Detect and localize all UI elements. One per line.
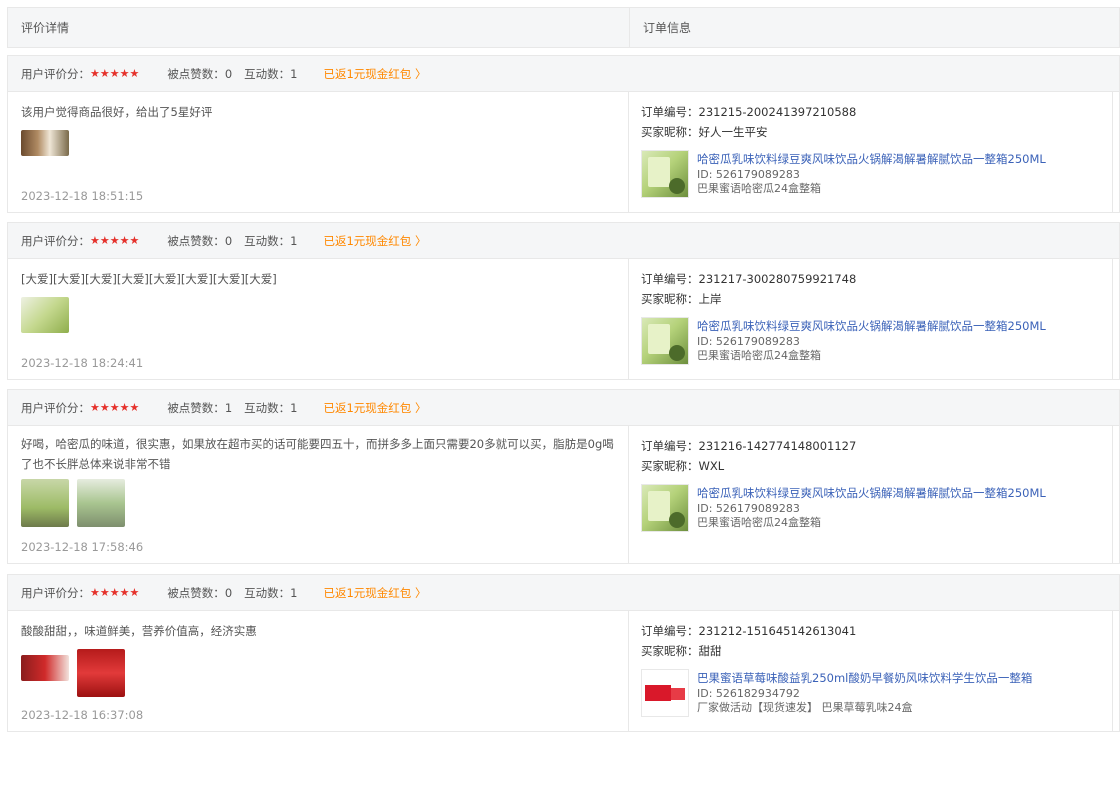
reward-link[interactable]: 已返1元现金红包 〉: [323, 66, 426, 82]
product-sku: 巴果蜜语哈密瓜24盒整箱: [697, 182, 821, 195]
interactions-count: 1: [290, 400, 298, 415]
order-number: 231212-151645142613041: [698, 624, 857, 638]
likes-label: 被点赞数：: [167, 400, 225, 415]
reward-link[interactable]: 已返1元现金红包 〉: [323, 400, 426, 416]
interactions-count: 1: [290, 66, 298, 81]
interactions-label: 互动数：: [244, 233, 291, 248]
review-timestamp: 2023-12-18 18:24:41: [21, 356, 144, 370]
table-header: 评价详情 订单信息: [7, 7, 1120, 48]
review-text: 酸酸甜甜，，味道鲜美，营养价值高，经济实惠: [21, 624, 257, 638]
product-sku: 巴果蜜语哈密瓜24盒整箱: [697, 349, 821, 362]
review-timestamp: 2023-12-18 18:51:15: [21, 189, 144, 203]
reward-link[interactable]: 已返1元现金红包 〉: [323, 585, 426, 601]
header-order-info: 订单信息: [629, 8, 1119, 47]
likes-count: 1: [224, 400, 233, 415]
product-thumbnail[interactable]: [641, 150, 689, 198]
review-photo[interactable]: [21, 297, 69, 333]
rating-label: 用户评价分：: [21, 585, 90, 600]
reward-link[interactable]: 已返1元现金红包 〉: [323, 233, 426, 249]
product-title-link[interactable]: 哈密瓜乳味饮料绿豆爽风味饮品火锅解渴解暑解腻饮品一整箱250ML: [697, 150, 1046, 168]
rating-label: 用户评价分：: [21, 233, 90, 248]
product-sku: 厂家做活动【现货速发】 巴果草莓乳味24盒: [697, 701, 913, 714]
header-review-detail: 评价详情: [21, 21, 70, 35]
buyer-name: 甜甜: [698, 644, 722, 658]
buyer-label: 买家昵称：: [641, 125, 699, 139]
review-photo[interactable]: [77, 649, 125, 697]
buyer-name: 好人一生平安: [698, 125, 768, 139]
review-photo[interactable]: [77, 479, 125, 527]
review-card: 用户评价分： ★★★★★ 被点赞数： 0 互动数： 1 已返1元现金红包 〉 该…: [7, 55, 1120, 213]
order-number: 231216-142774148001127: [698, 439, 857, 453]
review-card: 用户评价分： ★★★★★ 被点赞数： 1 互动数： 1 已返1元现金红包 〉 好…: [7, 389, 1120, 564]
review-text: 该用户觉得商品很好，给出了5星好评: [21, 105, 213, 119]
likes-label: 被点赞数：: [167, 66, 225, 81]
review-meta-bar: 用户评价分： ★★★★★ 被点赞数： 1 互动数： 1 已返1元现金红包 〉: [7, 389, 1120, 426]
review-meta-bar: 用户评价分： ★★★★★ 被点赞数： 0 互动数： 1 已返1元现金红包 〉: [7, 574, 1120, 611]
star-rating: ★★★★★: [90, 67, 140, 80]
interactions-count: 1: [290, 585, 298, 600]
review-meta-bar: 用户评价分： ★★★★★ 被点赞数： 0 互动数： 1 已返1元现金红包 〉: [7, 55, 1120, 92]
star-rating: ★★★★★: [90, 401, 140, 414]
buyer-name: 上岸: [698, 292, 722, 306]
review-text: [大爱][大爱][大爱][大爱][大爱][大爱][大爱][大爱]: [21, 272, 277, 286]
product-title-link[interactable]: 哈密瓜乳味饮料绿豆爽风味饮品火锅解渴解暑解腻饮品一整箱250ML: [697, 317, 1046, 335]
review-text: 好喝，哈密瓜的味道，很实惠，如果放在超市买的话可能要四五十，而拼多多上面只需要2…: [21, 437, 614, 471]
likes-label: 被点赞数：: [167, 585, 225, 600]
product-sku: 巴果蜜语哈密瓜24盒整箱: [697, 516, 821, 529]
product-id: ID: 526179089283: [697, 168, 800, 181]
order-label: 订单编号：: [641, 439, 699, 453]
review-photo[interactable]: [21, 130, 69, 156]
review-table: 评价详情 订单信息: [7, 7, 1120, 48]
interactions-count: 1: [290, 233, 298, 248]
product-thumbnail[interactable]: [641, 484, 689, 532]
buyer-label: 买家昵称：: [641, 292, 699, 306]
review-timestamp: 2023-12-18 16:37:08: [21, 708, 144, 722]
order-label: 订单编号：: [641, 624, 699, 638]
product-id: ID: 526179089283: [697, 502, 800, 515]
buyer-label: 买家昵称：: [641, 644, 699, 658]
star-rating: ★★★★★: [90, 234, 140, 247]
order-label: 订单编号：: [641, 105, 699, 119]
buyer-name: WXL: [698, 459, 725, 473]
product-id: ID: 526179089283: [697, 335, 800, 348]
product-id: ID: 526182934792: [697, 687, 800, 700]
interactions-label: 互动数：: [244, 585, 291, 600]
interactions-label: 互动数：: [244, 400, 291, 415]
review-timestamp: 2023-12-18 17:58:46: [21, 540, 144, 554]
likes-count: 0: [224, 233, 233, 248]
rating-label: 用户评价分：: [21, 400, 90, 415]
product-thumbnail[interactable]: [641, 669, 689, 717]
review-card: 用户评价分： ★★★★★ 被点赞数： 0 互动数： 1 已返1元现金红包 〉 […: [7, 222, 1120, 380]
product-title-link[interactable]: 巴果蜜语草莓味酸益乳250ml酸奶早餐奶风味饮料学生饮品一整箱: [697, 669, 1032, 687]
rating-label: 用户评价分：: [21, 66, 90, 81]
likes-label: 被点赞数：: [167, 233, 225, 248]
product-title-link[interactable]: 哈密瓜乳味饮料绿豆爽风味饮品火锅解渴解暑解腻饮品一整箱250ML: [697, 484, 1046, 502]
order-number: 231217-300280759921748: [698, 272, 857, 286]
likes-count: 0: [224, 585, 233, 600]
review-photo[interactable]: [21, 479, 69, 527]
review-meta-bar: 用户评价分： ★★★★★ 被点赞数： 0 互动数： 1 已返1元现金红包 〉: [7, 222, 1120, 259]
review-card: 用户评价分： ★★★★★ 被点赞数： 0 互动数： 1 已返1元现金红包 〉 酸…: [7, 574, 1120, 732]
order-label: 订单编号：: [641, 272, 699, 286]
buyer-label: 买家昵称：: [641, 459, 699, 473]
review-photo[interactable]: [21, 655, 69, 681]
order-number: 231215-200241397210588: [698, 105, 857, 119]
star-rating: ★★★★★: [90, 586, 140, 599]
product-thumbnail[interactable]: [641, 317, 689, 365]
likes-count: 0: [224, 66, 233, 81]
interactions-label: 互动数：: [244, 66, 291, 81]
